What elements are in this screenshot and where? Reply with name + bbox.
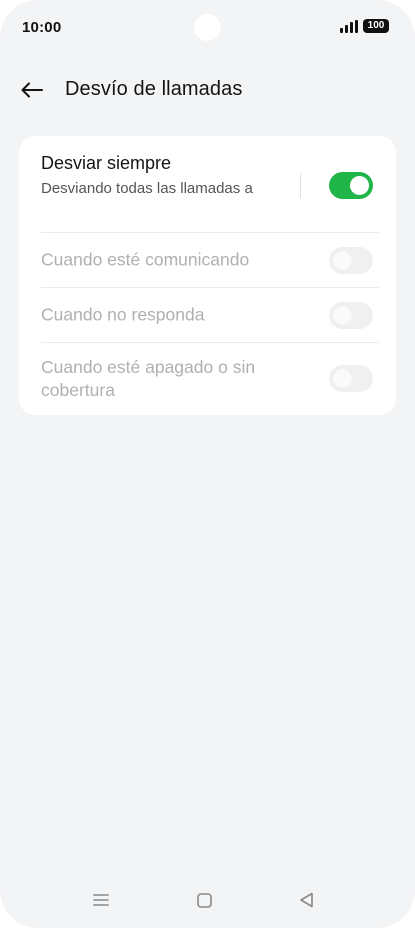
setting-row-no-answer[interactable]: Cuando no responda — [41, 288, 379, 342]
arrow-left-icon — [21, 82, 43, 98]
toggle-knob — [333, 306, 352, 325]
status-icons: 100 — [340, 19, 389, 33]
vertical-divider — [300, 173, 301, 198]
camera-cutout — [194, 14, 221, 41]
setting-subtitle: Desviando todas las llamadas a — [41, 180, 253, 197]
setting-label: Desviar siempre — [41, 153, 172, 173]
busy-toggle[interactable] — [329, 247, 373, 274]
triangle-back-icon — [299, 892, 313, 908]
setting-row-always-forward[interactable]: Desviar siempre Desviando todas las llam… — [41, 152, 379, 232]
toggle-knob — [350, 176, 369, 195]
unreachable-toggle[interactable] — [329, 365, 373, 392]
setting-row-unreachable[interactable]: Cuando esté apagado o sin cobertura — [41, 343, 379, 415]
menu-icon — [93, 894, 109, 906]
no-answer-toggle[interactable] — [329, 302, 373, 329]
setting-label: Cuando esté comunicando — [41, 249, 250, 270]
setting-label: Cuando esté apagado o sin cobertura — [41, 357, 256, 400]
recents-button[interactable] — [89, 888, 113, 912]
nav-back-button[interactable] — [294, 888, 318, 912]
signal-bars-icon — [340, 19, 358, 33]
toggle-knob — [333, 251, 352, 270]
back-button[interactable] — [14, 74, 50, 106]
always-forward-toggle[interactable] — [329, 172, 373, 199]
app-header: Desvío de llamadas — [0, 70, 415, 110]
phone-screen: 10:00 100 Desvío de llamadas Desviar sie… — [0, 0, 415, 928]
page-title: Desvío de llamadas — [65, 78, 243, 100]
toggle-knob — [333, 369, 352, 388]
home-button[interactable] — [192, 888, 216, 912]
status-bar: 10:00 100 — [0, 0, 415, 56]
status-time: 10:00 — [22, 19, 62, 36]
settings-card: Desviar siempre Desviando todas las llam… — [19, 136, 396, 415]
setting-label: Cuando no responda — [41, 304, 205, 325]
battery-icon: 100 — [363, 19, 389, 33]
navigation-bar — [0, 872, 415, 928]
setting-row-busy[interactable]: Cuando esté comunicando — [41, 233, 379, 287]
home-square-icon — [196, 892, 212, 908]
